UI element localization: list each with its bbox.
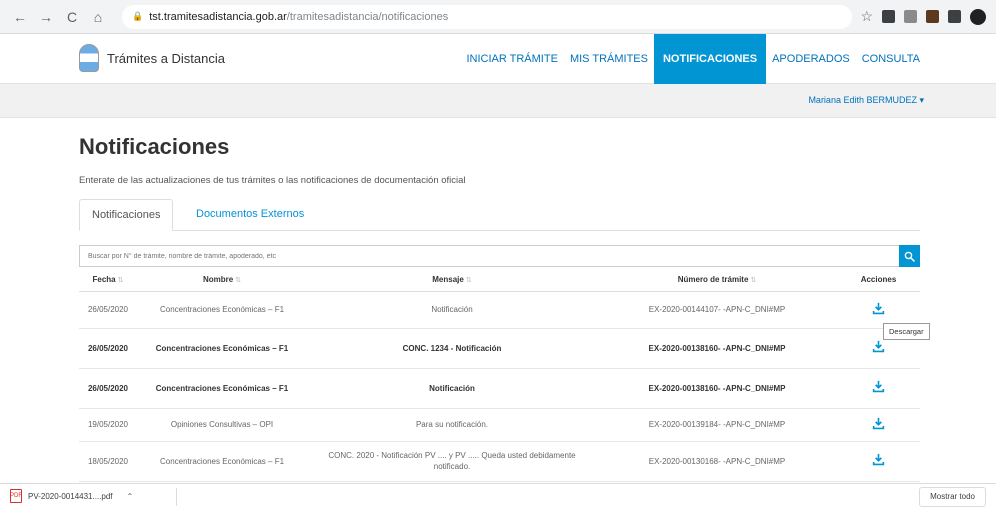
extension-icon[interactable] <box>904 10 917 23</box>
tab-documentos-externos[interactable]: Documentos Externos <box>184 199 316 231</box>
search-input[interactable] <box>79 245 899 267</box>
cell-nombre: Concentraciones Económicas – F1 <box>137 328 307 369</box>
column-label: Mensaje <box>432 275 464 285</box>
nav-apoderados[interactable]: APODERADOS <box>766 34 856 84</box>
download-tooltip: Descargar <box>883 323 930 340</box>
cell-fecha: 19/05/2020 <box>79 408 137 442</box>
url-path: /tramitesadistancia/notificaciones <box>286 10 449 23</box>
cell-acciones <box>837 441 920 482</box>
table-row[interactable]: 26/05/2020 Concentraciones Económicas – … <box>79 291 920 329</box>
brand-name: Trámites a Distancia <box>107 50 225 66</box>
download-icon[interactable] <box>872 417 885 430</box>
sort-icon: ⇅ <box>750 277 757 285</box>
cell-fecha: 26/05/2020 <box>79 291 137 329</box>
table-row[interactable]: 19/05/2020 Opiniones Consultivas – OPI P… <box>79 408 920 442</box>
back-icon[interactable]: ← <box>10 7 30 27</box>
table-header-row: Fecha ⇅ Nombre ⇅ Mensaje ⇅ Número de trámit… <box>79 269 920 292</box>
cell-mensaje: Notificación <box>307 368 597 409</box>
argentina-shield-icon <box>79 44 99 72</box>
column-header-numero[interactable]: Número de trámite ⇅ <box>597 269 837 292</box>
cell-mensaje: CONC. 1234 - Notificación <box>307 328 597 369</box>
nav-consulta[interactable]: CONSULTA <box>856 34 926 84</box>
pdf-file-icon: PDF <box>10 489 22 503</box>
brand[interactable]: Trámites a Distancia <box>79 44 225 72</box>
column-header-nombre[interactable]: Nombre ⇅ <box>137 269 307 292</box>
column-header-acciones: Acciones <box>837 269 920 292</box>
cell-nombre: Concentraciones Económicas – F1 <box>137 291 307 329</box>
column-label: Nombre <box>202 275 234 285</box>
cell-acciones <box>837 408 920 442</box>
cell-numero: EX-2020-00144107- -APN-C_DNI#MP <box>597 291 837 329</box>
download-icon[interactable] <box>872 380 885 393</box>
cell-numero: EX-2020-00130168- -APN-C_DNI#MP <box>597 441 837 482</box>
cell-nombre: Opiniones Consultivas – OPI <box>137 408 307 442</box>
sort-icon: ⇅ <box>465 277 472 285</box>
url-host: tst.tramitesadistancia.gob.ar <box>149 10 287 23</box>
column-header-fecha[interactable]: Fecha ⇅ <box>79 269 137 292</box>
notifications-table: Fecha ⇅ Nombre ⇅ Mensaje ⇅ Número de trámit… <box>79 269 920 482</box>
cell-fecha: 26/05/2020 <box>79 368 137 409</box>
cell-nombre: Concentraciones Económicas – F1 <box>137 441 307 482</box>
cell-numero: EX-2020-00138160- -APN-C_DNI#MP <box>597 368 837 409</box>
sort-icon: ⇅ <box>235 277 242 285</box>
download-icon[interactable] <box>872 340 885 353</box>
search-button[interactable] <box>899 245 920 267</box>
page-title: Notificaciones <box>79 134 230 159</box>
download-icon[interactable] <box>872 453 885 466</box>
sort-icon: ⇅ <box>117 277 124 285</box>
cell-fecha: 26/05/2020 <box>79 328 137 369</box>
reload-icon[interactable]: C <box>62 7 82 27</box>
profile-avatar-icon[interactable] <box>970 8 986 25</box>
nav-mis-tramites[interactable]: MIS TRÁMITES <box>564 34 654 84</box>
page-subtitle: Enterate de las actualizaciones de tus t… <box>79 175 466 186</box>
column-label: Fecha <box>92 275 116 285</box>
download-icon[interactable] <box>872 302 885 315</box>
search-row <box>79 245 920 267</box>
nav-iniciar-tramite[interactable]: INICIAR TRÁMITE <box>460 34 563 84</box>
chevron-up-icon[interactable]: ⌃ <box>127 492 134 501</box>
top-nav: INICIAR TRÁMITE MIS TRÁMITES NOTIFICACIO… <box>460 34 926 84</box>
column-header-mensaje[interactable]: Mensaje ⇅ <box>307 269 597 292</box>
home-icon[interactable]: ⌂ <box>88 7 108 27</box>
divider <box>176 488 177 506</box>
table-row[interactable]: 26/05/2020 Concentraciones Económicas – … <box>79 328 920 369</box>
download-filename: PV-2020-0014431....pdf <box>28 491 113 501</box>
search-icon <box>904 251 915 262</box>
download-item[interactable]: PDF PV-2020-0014431....pdf ⌃ <box>10 489 133 503</box>
extension-icon[interactable] <box>882 10 895 23</box>
lock-icon: 🔒 <box>132 11 144 21</box>
cell-numero: EX-2020-00138160- -APN-C_DNI#MP <box>597 328 837 369</box>
extension-icon[interactable] <box>926 10 939 23</box>
cell-mensaje: Notificación <box>307 291 597 329</box>
browser-toolbar: ← → C ⌂ 🔒 tst.tramitesadistancia.gob.ar … <box>0 0 996 34</box>
cell-fecha: 18/05/2020 <box>79 441 137 482</box>
column-label: Número de trámite <box>677 275 749 285</box>
cell-numero: EX-2020-00139184- -APN-C_DNI#MP <box>597 408 837 442</box>
cell-nombre: Concentraciones Económicas – F1 <box>137 368 307 409</box>
app-header: Trámites a Distancia INICIAR TRÁMITE MIS… <box>0 34 996 84</box>
cell-acciones <box>837 368 920 409</box>
table-row[interactable]: 18/05/2020 Concentraciones Económicas – … <box>79 441 920 482</box>
show-all-button[interactable]: Mostrar todo <box>919 487 986 507</box>
forward-icon[interactable]: → <box>36 7 56 27</box>
table-row[interactable]: 26/05/2020 Concentraciones Económicas – … <box>79 368 920 409</box>
address-bar[interactable]: 🔒 tst.tramitesadistancia.gob.ar /tramite… <box>122 4 853 29</box>
bookmark-star-icon[interactable]: ☆ <box>860 9 873 23</box>
user-menu[interactable]: Mariana Edith BERMUDEZ ▾ <box>808 95 924 106</box>
cell-mensaje: Para su notificación. <box>307 408 597 442</box>
extension-icon[interactable] <box>948 10 961 23</box>
tab-notificaciones[interactable]: Notificaciones <box>79 199 174 231</box>
user-bar: Mariana Edith BERMUDEZ ▾ <box>0 84 996 118</box>
extensions: ☆ <box>860 8 986 25</box>
cell-mensaje: CONC. 2020 - Notificación PV .... y PV .… <box>307 441 597 482</box>
download-bar: PDF PV-2020-0014431....pdf ⌃ Mostrar tod… <box>0 483 996 509</box>
tabs: Notificaciones Documentos Externos <box>79 199 920 231</box>
nav-notificaciones[interactable]: NOTIFICACIONES <box>653 34 767 84</box>
